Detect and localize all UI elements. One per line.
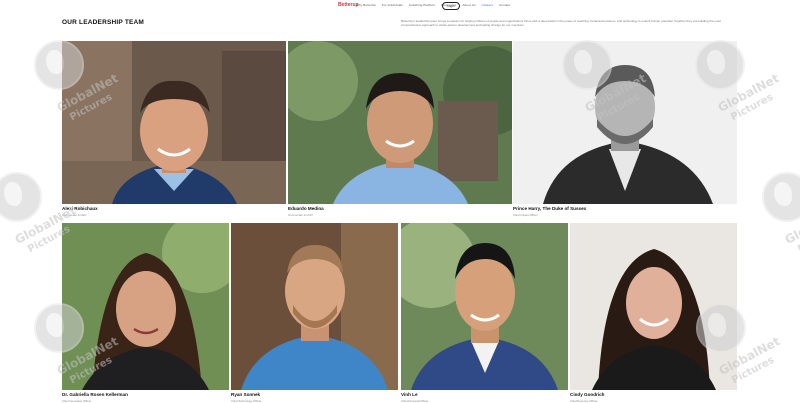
member-name: Vinh Le [401,392,418,397]
section-intro: BetterUp's leadership team brings a pass… [401,19,721,27]
member-name: Alexi Robichaux [62,206,98,211]
portrait-photo [513,41,737,204]
nav-item[interactable]: Why BetterUp [356,3,376,7]
portrait-photo [231,223,398,390]
nav-item-active[interactable]: Careers [482,3,493,7]
nav-menu: Why BetterUp For Individuals Coaching Pl… [356,3,510,7]
watermark-logo: GlobalNet Pictures [762,172,800,255]
member-name: Ryan Sonnek [231,392,261,397]
member-name: Cindy Goodrich [570,392,605,397]
member-name: Dr. Gabriella Rosen Kellerman [62,392,128,397]
watermark-text: Pictures [730,354,777,387]
watermark-text: Pictures [796,223,800,256]
watermark-logo: GlobalNet Pictures [0,172,78,255]
portrait-photo [570,223,737,390]
member-name: Eduardo Medina [288,206,324,211]
nav-item[interactable]: About Us [463,3,476,7]
login-button[interactable]: Login [442,2,460,10]
globe-icon [762,172,800,222]
member-role: Chief Revenue Officer [570,399,598,403]
portrait-photo [62,41,286,204]
portrait-photo [401,223,568,390]
portrait-photo [288,41,512,204]
member-role: Co-Founder & CEO [62,213,87,217]
section-title: OUR LEADERSHIP TEAM [62,19,145,26]
nav-item[interactable]: Contact [499,3,510,7]
nav-item[interactable]: Coaching Platform [409,3,435,7]
watermark-text: GlobalNet [782,203,800,247]
member-name: Prince Harry, The Duke of Sussex [513,206,587,211]
member-role: Chief Impact Officer [513,213,538,217]
member-role: Chief Technology Officer [231,399,262,403]
portrait-photo [62,223,229,390]
top-navigation: Betterup Why BetterUp For Individuals Co… [0,0,800,12]
member-role: Chief Innovation Officer [62,399,92,403]
globe-icon [0,172,42,222]
member-role: Chief Financial Officer [401,399,429,403]
member-role: Co-Founder & COO [288,213,313,217]
nav-item[interactable]: For Individuals [382,3,403,7]
